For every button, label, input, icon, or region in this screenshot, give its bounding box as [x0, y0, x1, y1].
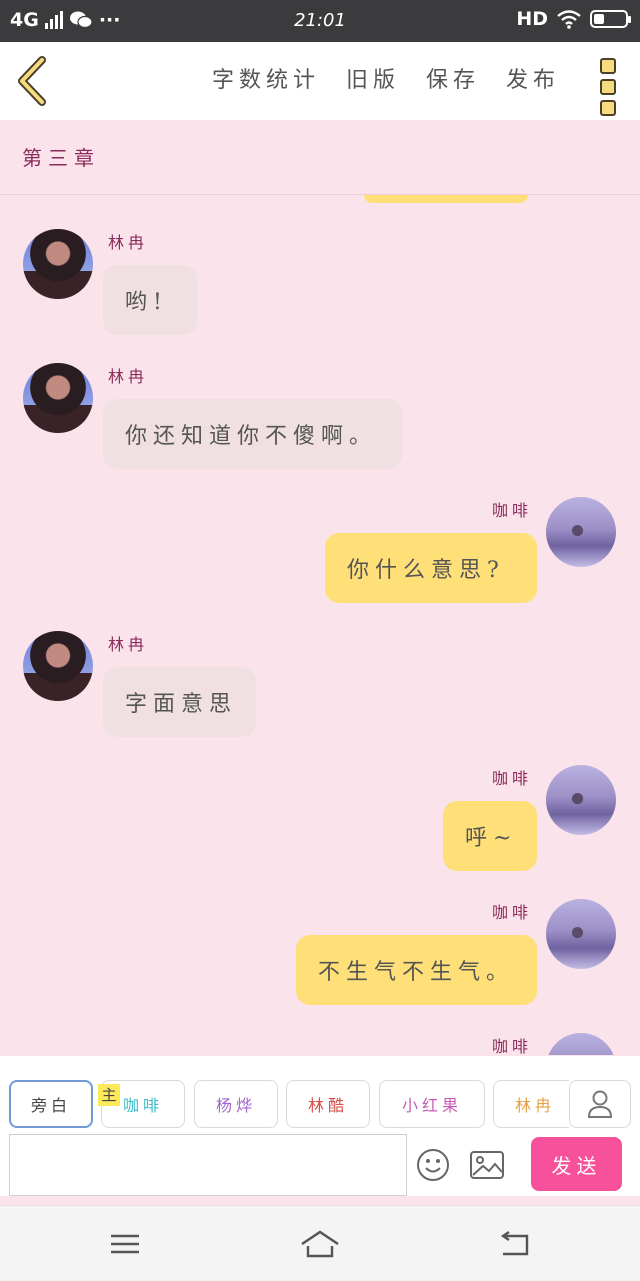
role-linran[interactable]: 林冉 [493, 1080, 569, 1128]
more-dot [600, 79, 616, 95]
chat-area[interactable]: 林冉 哟! 林冉 你还知道你不傻啊。 咖啡 你什么意思? 林冉 字面意思 咖啡 … [0, 195, 640, 1055]
publish-button[interactable]: 发布 [506, 62, 560, 94]
menu-button[interactable] [105, 1224, 145, 1264]
status-bar: 4G ··· 21:01 HD [0, 0, 640, 42]
message-input[interactable] [9, 1134, 407, 1196]
sender-name: 咖啡 [492, 769, 533, 788]
menu-icon [111, 1234, 139, 1254]
message-bubble[interactable]: 字面意思 [103, 667, 256, 737]
avatar[interactable] [546, 765, 616, 835]
avatar[interactable] [23, 631, 93, 701]
chapter-title: 第三章 [22, 146, 100, 170]
system-nav-bar [0, 1205, 640, 1281]
smiley-icon [417, 1149, 449, 1181]
hd-indicator: HD [516, 8, 548, 30]
composer-panel: 旁白 咖啡 杨烨 林酷 小红果 林冉 主 发送 [0, 1056, 640, 1204]
wifi-icon [557, 10, 581, 29]
partial-message-bubble [364, 195, 528, 203]
role-label: 林酷 [307, 1096, 348, 1115]
return-icon [500, 1231, 529, 1256]
sender-name: 林冉 [108, 635, 149, 654]
avatar[interactable] [23, 363, 93, 433]
emoji-button[interactable] [416, 1148, 450, 1182]
battery-icon [590, 10, 631, 28]
image-icon [470, 1151, 504, 1179]
sender-name: 林冉 [108, 233, 149, 252]
composer-divider [0, 1196, 640, 1204]
role-label: 咖啡 [122, 1096, 163, 1115]
role-label: 林冉 [514, 1096, 555, 1115]
more-dot [600, 100, 616, 116]
sender-name: 咖啡 [492, 501, 533, 520]
more-vertical-icon [600, 58, 616, 74]
return-button[interactable] [495, 1224, 535, 1264]
sender-name: 林冉 [108, 367, 149, 386]
message-bubble[interactable]: 呼~ [443, 801, 537, 871]
avatar[interactable] [546, 497, 616, 567]
sender-name: 咖啡 [492, 903, 533, 922]
role-label: 小红果 [401, 1096, 462, 1115]
role-yangye[interactable]: 杨烨 [194, 1080, 278, 1128]
save-button[interactable]: 保存 [426, 62, 480, 94]
chevron-left-icon [18, 56, 46, 106]
role-narration[interactable]: 旁白 [9, 1080, 93, 1128]
avatar[interactable] [546, 899, 616, 969]
message-bubble[interactable]: 你什么意思? [325, 533, 537, 603]
role-label: 杨烨 [215, 1096, 256, 1115]
image-button[interactable] [469, 1150, 505, 1180]
role-linku[interactable]: 林酷 [286, 1080, 370, 1128]
avatar[interactable] [23, 229, 93, 299]
role-selector[interactable]: 旁白 咖啡 杨烨 林酷 小红果 林冉 [9, 1080, 569, 1128]
more-menu-button[interactable] [600, 58, 616, 116]
message-bubble[interactable]: 不生气不生气。 [296, 935, 537, 1005]
message-bubble[interactable]: 你还知道你不傻啊。 [103, 399, 402, 469]
back-button[interactable] [14, 56, 54, 106]
home-icon [301, 1230, 339, 1258]
role-xiaohongguo[interactable]: 小红果 [379, 1080, 485, 1128]
person-icon [587, 1090, 613, 1118]
message-bubble[interactable]: 哟! [103, 265, 197, 335]
character-manage-button[interactable] [569, 1080, 631, 1128]
toolbar-actions: 字数统计 旧版 保存 发布 [212, 62, 560, 94]
chapter-header[interactable]: 第三章 [0, 120, 640, 195]
home-button[interactable] [300, 1224, 340, 1264]
word-count-button[interactable]: 字数统计 [212, 62, 320, 94]
role-label: 旁白 [30, 1096, 71, 1115]
avatar[interactable] [546, 1033, 616, 1055]
sender-name: 咖啡 [492, 1037, 533, 1055]
editor-toolbar: 字数统计 旧版 保存 发布 [0, 42, 640, 121]
old-version-button[interactable]: 旧版 [346, 62, 400, 94]
send-button[interactable]: 发送 [531, 1137, 622, 1191]
status-right: HD [516, 8, 631, 30]
main-character-badge: 主 [98, 1084, 120, 1106]
